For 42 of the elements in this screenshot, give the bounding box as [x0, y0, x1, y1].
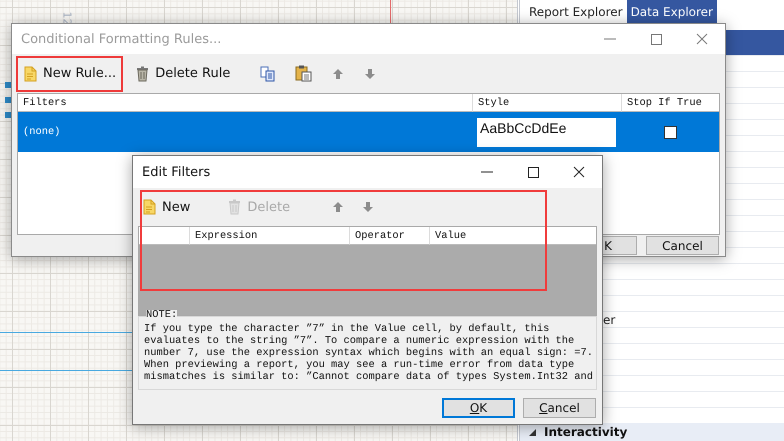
down-arrow-icon	[364, 68, 376, 80]
up-arrow-icon	[332, 68, 344, 80]
selection-handle[interactable]	[5, 97, 11, 103]
panel-label: er	[603, 313, 616, 327]
new-button[interactable]: New Rule...	[16, 56, 124, 92]
window-title: Edit Filters	[142, 164, 212, 180]
copy-icon	[260, 66, 276, 82]
margin-line	[390, 0, 391, 24]
maximize-icon	[648, 32, 664, 46]
column-header[interactable]: Value	[429, 227, 596, 245]
delete-button[interactable]: Delete Rule	[129, 56, 238, 92]
trash-icon	[228, 199, 242, 215]
column-header[interactable]: Expression	[189, 227, 349, 245]
document-icon	[23, 66, 37, 82]
down-arrow-icon	[362, 201, 374, 213]
section-header[interactable]: Interactivity	[520, 423, 784, 441]
column-header	[139, 227, 189, 245]
ok-button[interactable]: OK	[442, 398, 515, 418]
column-header[interactable]: Operator	[349, 227, 429, 245]
document-icon	[142, 199, 156, 215]
clipboard-icon	[295, 65, 312, 82]
cancel-button[interactable]: Cancel	[523, 398, 596, 418]
maximize-icon	[525, 166, 541, 178]
column-header[interactable]: Style	[472, 94, 621, 112]
column-header[interactable]: Filters	[18, 94, 472, 112]
selection-handle[interactable]	[5, 112, 11, 118]
up-arrow-icon	[332, 201, 344, 213]
note-text: If you type the character ”7” in the Value cell, by default, this evaluates to the string ”7”. To compare a numeric expression with the number 7, use the expression syntax which begins with an equal sign: =7. When previewing a report, you may see a run-time error from data type mismatches is similar to: ”Cannot compare data of types System.Int32 and	[144, 323, 593, 383]
explorer-tab[interactable]: Data Explorer	[626, 0, 717, 24]
table-cell: (none)	[18, 112, 472, 152]
trash-icon	[136, 66, 150, 82]
column-header[interactable]: Stop If True	[621, 94, 719, 112]
checkbox[interactable]	[664, 126, 676, 138]
close-icon	[571, 166, 587, 178]
caret-icon	[528, 428, 537, 436]
selection-handle[interactable]	[5, 82, 11, 88]
close-icon	[694, 32, 710, 46]
new-button[interactable]: New	[135, 189, 198, 225]
cancel-button[interactable]: Cancel	[646, 236, 719, 255]
window-title: Conditional Formatting Rules...	[21, 32, 222, 46]
section-title: Interactivity	[544, 425, 628, 439]
style-preview: AaBbCcDdEe	[477, 118, 616, 146]
